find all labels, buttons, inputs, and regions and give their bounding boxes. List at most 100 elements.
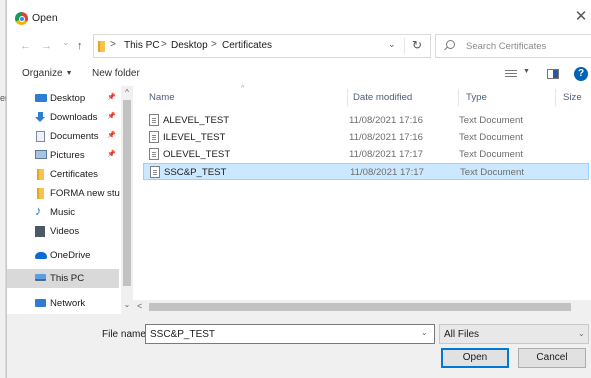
- pin-icon: 📌: [107, 113, 116, 120]
- column-header-date-modified[interactable]: Date modified: [353, 92, 412, 103]
- breadcrumb-this-pc[interactable]: This PC: [124, 40, 160, 51]
- sidebar-item-label: Videos: [50, 226, 80, 237]
- sidebar-item-label: OneDrive: [50, 250, 91, 261]
- file-name-input[interactable]: [145, 324, 435, 344]
- help-icon[interactable]: ?: [574, 67, 588, 81]
- search-box[interactable]: Search Certificates: [435, 34, 591, 58]
- this-pc-icon: [35, 274, 46, 281]
- navigation-pane: Desktop 📌 Downloads 📌 Documents 📌 Pictur…: [7, 86, 133, 314]
- sidebar-scroll-thumb[interactable]: [123, 100, 131, 286]
- view-caret-down-icon[interactable]: ▼: [523, 68, 530, 75]
- onedrive-icon: [35, 252, 47, 259]
- sidebar-scrollbar[interactable]: ^ ⌄: [121, 86, 133, 314]
- navigation-bar: ← → ⌄ ↑ > This PC > Desktop > Certificat…: [7, 32, 591, 60]
- documents-icon: [36, 131, 45, 142]
- search-icon: [446, 40, 455, 49]
- breadcrumb-separator-icon: >: [211, 39, 217, 50]
- file-type-select[interactable]: All Files ⌄: [439, 324, 589, 344]
- file-name: SSC&P_TEST: [164, 167, 227, 178]
- close-button[interactable]: ✕: [573, 8, 589, 26]
- file-row-ilevel-test[interactable]: ILEVEL_TEST 11/08/2021 17:16 Text Docume…: [143, 129, 523, 146]
- pin-icon: 📌: [107, 94, 116, 101]
- new-folder-button[interactable]: New folder: [92, 68, 140, 79]
- sidebar-item-forma-new-stud[interactable]: FORMA new stud: [7, 184, 120, 203]
- file-row-sscp-test[interactable]: SSC&P_TEST 11/08/2021 17:17 Text Documen…: [143, 163, 589, 180]
- address-dropdown-chevron-icon[interactable]: ⌄: [388, 39, 396, 50]
- sidebar-item-label: Music: [50, 207, 76, 218]
- back-arrow-icon[interactable]: ←: [20, 39, 31, 53]
- folder-icon: [37, 169, 44, 180]
- file-type: Text Document: [459, 115, 523, 126]
- organize-button[interactable]: Organize ▼: [22, 68, 73, 79]
- column-header-size[interactable]: Size: [563, 92, 582, 103]
- folder-icon: [37, 188, 44, 199]
- scroll-down-chevron-icon[interactable]: ⌄: [121, 300, 133, 309]
- pin-icon: 📌: [107, 151, 116, 158]
- sidebar-item-network[interactable]: Network: [7, 294, 119, 313]
- file-name: ILEVEL_TEST: [163, 132, 226, 143]
- file-row-olevel-test[interactable]: OLEVEL_TEST 11/08/2021 17:17 Text Docume…: [143, 146, 523, 163]
- file-name-dropdown-chevron-icon[interactable]: ⌄: [421, 328, 428, 337]
- column-header-name[interactable]: Name: [149, 92, 175, 103]
- scroll-left-arrow-icon[interactable]: <: [137, 301, 142, 311]
- file-date-modified: 11/08/2021 17:16: [349, 132, 423, 143]
- sidebar-item-desktop[interactable]: Desktop 📌: [7, 89, 119, 108]
- horizontal-scrollbar[interactable]: <: [133, 300, 591, 314]
- sidebar-item-documents[interactable]: Documents 📌: [7, 127, 119, 146]
- forward-arrow-icon[interactable]: →: [41, 39, 52, 53]
- sidebar-item-pictures[interactable]: Pictures 📌: [7, 146, 119, 165]
- open-file-dialog: Open ✕ ← → ⌄ ↑ > This PC > Desktop > Cer…: [6, 0, 591, 378]
- address-divider: [404, 38, 405, 54]
- column-divider[interactable]: [347, 89, 348, 106]
- horizontal-scroll-thumb[interactable]: [149, 303, 571, 311]
- breadcrumb-certificates[interactable]: Certificates: [222, 40, 272, 51]
- sidebar-item-onedrive[interactable]: OneDrive: [7, 246, 119, 265]
- file-type: Text Document: [459, 132, 523, 143]
- title-bar: Open ✕: [7, 0, 591, 32]
- address-bar[interactable]: > This PC > Desktop > Certificates ⌄ ↻: [93, 34, 431, 58]
- organize-label: Organize: [22, 68, 63, 79]
- preview-pane-icon[interactable]: [547, 69, 559, 79]
- chevron-down-icon: ⌄: [578, 329, 585, 338]
- desktop-icon: [35, 94, 47, 102]
- sidebar-item-music[interactable]: Music: [7, 203, 119, 222]
- file-list: ^ Name Date modified Type Size ALEVEL_TE…: [133, 85, 591, 314]
- view-options-icon[interactable]: [505, 70, 517, 78]
- sort-caret-icon: ^: [241, 85, 245, 92]
- caret-down-icon: ▼: [65, 70, 73, 77]
- scroll-up-arrow-icon[interactable]: ^: [121, 88, 133, 97]
- sidebar-item-videos[interactable]: Videos: [7, 222, 119, 241]
- text-document-icon: [149, 131, 159, 143]
- sidebar-item-certificates[interactable]: Certificates: [7, 165, 119, 184]
- chrome-app-icon: [15, 12, 28, 25]
- file-type: Text Document: [459, 149, 523, 160]
- videos-icon: [35, 226, 45, 237]
- column-divider[interactable]: [555, 89, 556, 106]
- column-header-type[interactable]: Type: [466, 92, 487, 103]
- cancel-button[interactable]: Cancel: [518, 348, 586, 368]
- breadcrumb-desktop[interactable]: Desktop: [171, 40, 208, 51]
- file-name: ALEVEL_TEST: [163, 115, 230, 126]
- refresh-icon[interactable]: ↻: [412, 38, 422, 52]
- sidebar-item-downloads[interactable]: Downloads 📌: [7, 108, 119, 127]
- column-divider[interactable]: [458, 89, 459, 106]
- breadcrumb-separator-icon: >: [161, 39, 167, 50]
- text-document-icon: [149, 114, 159, 126]
- music-icon: [35, 203, 46, 218]
- sidebar-item-label: FORMA new stud: [50, 188, 120, 199]
- pictures-icon: [35, 150, 47, 159]
- sidebar-item-this-pc[interactable]: This PC: [7, 269, 119, 288]
- file-type-selected-value: All Files: [444, 329, 480, 340]
- sidebar-item-label: This PC: [50, 273, 85, 284]
- file-row-alevel-test[interactable]: ALEVEL_TEST 11/08/2021 17:16 Text Docume…: [143, 112, 523, 129]
- open-button[interactable]: Open: [441, 348, 509, 368]
- network-icon: [35, 299, 46, 307]
- command-bar: Organize ▼ New folder ▼ ?: [7, 62, 591, 86]
- recent-locations-chevron-icon[interactable]: ⌄: [62, 35, 70, 49]
- pin-icon: 📌: [107, 132, 116, 139]
- file-date-modified: 11/08/2021 17:17: [350, 167, 424, 178]
- dialog-footer: File name: ⌄ All Files ⌄ Open Cancel: [7, 314, 591, 378]
- up-arrow-icon[interactable]: ↑: [77, 39, 83, 53]
- text-document-icon: [150, 166, 160, 178]
- file-date-modified: 11/08/2021 17:17: [349, 149, 423, 160]
